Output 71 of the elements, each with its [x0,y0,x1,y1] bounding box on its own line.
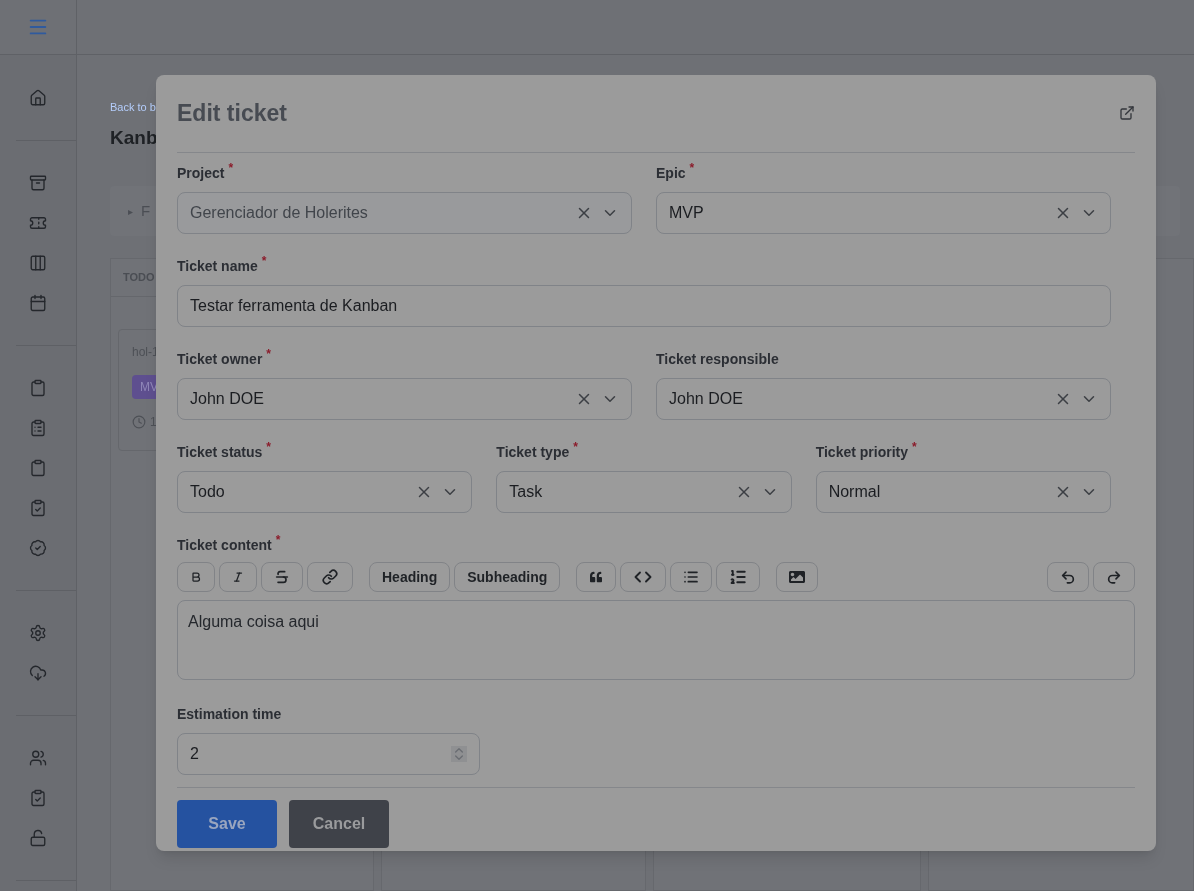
clipboard-icon[interactable] [29,459,47,477]
required-mark: * [261,253,267,270]
external-link-icon[interactable] [1119,105,1135,121]
numbered-list-icon [729,568,748,586]
image-icon [789,569,806,585]
field-label: Ticket responsible [656,350,779,369]
strikethrough-button[interactable] [261,562,303,592]
select-field[interactable]: MVP [656,192,1111,234]
field-label: Ticket content [177,536,272,555]
field-label: Ticket status [177,443,263,462]
field-label: Epic [656,164,686,183]
clipboard-list-icon[interactable] [29,419,47,437]
required-mark: * [266,439,271,456]
field-label: Ticket priority [815,443,908,462]
cancel-button[interactable]: Cancel [289,800,389,848]
undo-icon [1060,568,1076,586]
settings-icon[interactable] [29,624,47,642]
columns-icon[interactable] [29,254,47,272]
unlock-icon[interactable] [29,829,47,847]
page-title: Kanb [110,125,158,150]
field-label: Estimation time [177,705,282,724]
link-icon [322,569,338,585]
dialog-title: Edit ticket [177,98,287,128]
clipboard-check-icon[interactable] [29,499,47,517]
clipboard-check-icon[interactable] [29,789,47,807]
required-mark: * [266,346,271,363]
required-mark: * [275,532,281,549]
users-icon[interactable] [29,749,47,767]
redo-button[interactable] [1093,562,1135,592]
field-label: Ticket type [496,443,570,462]
bold-icon [190,569,202,585]
archive-icon[interactable] [29,174,47,192]
save-button[interactable]: Save [177,800,277,848]
number-field[interactable]: 2 [177,733,480,775]
text-field[interactable]: Testar ferramenta de Kanban [177,285,1111,327]
redo-icon [1106,568,1122,586]
bullet-list-button[interactable] [670,562,713,592]
required-mark: * [689,160,695,177]
undo-button[interactable] [1047,562,1089,592]
select-field[interactable]: John DOE [656,378,1111,420]
field-label: Ticket owner [177,350,263,369]
back-link[interactable]: Back to b [110,99,156,116]
select-field[interactable]: Normal [815,471,1111,513]
required-mark: * [228,160,234,177]
clipboard-icon[interactable] [29,379,47,397]
image-button[interactable] [776,562,819,592]
ticket-icon[interactable] [29,214,47,232]
quote-button[interactable] [576,562,617,592]
select-field[interactable]: John DOE [177,378,632,420]
select-field[interactable]: Task [496,471,792,513]
badge-check-icon[interactable] [29,539,47,557]
italic-icon [232,569,244,585]
heading-button[interactable]: Heading [369,562,451,592]
italic-button[interactable] [219,562,257,592]
clock-icon [132,415,146,429]
code-button[interactable] [620,562,667,592]
required-mark: * [573,439,578,456]
cloud-download-icon[interactable] [29,664,47,682]
subheading-button[interactable]: Subheading [454,562,561,592]
home-icon[interactable] [29,89,47,107]
required-mark: * [912,439,917,456]
bold-button[interactable] [177,562,215,592]
calendar-icon[interactable] [29,294,47,312]
field-label: Ticket name [177,257,258,276]
content-editor[interactable]: Alguma coisa aqui [177,600,1135,680]
numbered-list-button[interactable] [716,562,761,592]
field-label: Project [177,164,225,183]
link-button[interactable] [307,562,353,592]
select-field[interactable]: Todo [177,471,473,513]
quote-icon [590,571,603,583]
strikethrough-icon [274,569,290,585]
